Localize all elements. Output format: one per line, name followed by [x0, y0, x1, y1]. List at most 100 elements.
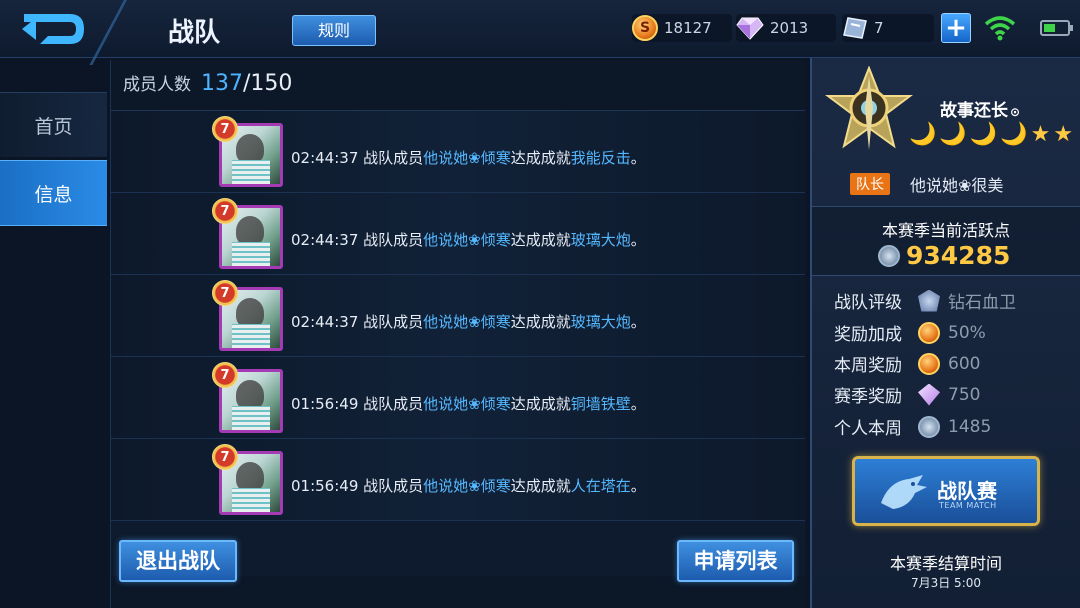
stat-label: 赛季奖励	[834, 387, 902, 407]
wifi-icon	[984, 16, 1016, 41]
main-panel: 成员人数 137 /150 7 02:44:37 战队成员他说她❀倾寒达成成就我…	[110, 60, 806, 608]
quit-team-button[interactable]: 退出战队	[119, 540, 237, 582]
sidebar: 首页 信息	[0, 92, 107, 228]
feed-mid: 达成成就	[510, 477, 571, 495]
battery-icon	[1040, 20, 1073, 36]
feed-achievement: 玻璃大炮	[570, 231, 631, 249]
star-icon: ★	[1030, 122, 1051, 147]
stat-weekly-reward: 本周奖励 600	[834, 351, 980, 376]
member-avatar[interactable]: 7	[212, 362, 283, 433]
feed-row: 7 02:44:37 战队成员他说她❀倾寒达成成就我能反击。	[111, 111, 805, 193]
diamond-icon	[736, 17, 764, 40]
level-badge: 7	[212, 280, 238, 306]
feed-message: 02:44:37 战队成员他说她❀倾寒达成成就我能反击。	[291, 147, 646, 168]
season-settle-label: 本赛季结算时间	[889, 554, 1002, 573]
feed-time: 02:44:37	[291, 313, 359, 331]
moon-icon: 🌙	[909, 122, 937, 147]
sidebar-item-info[interactable]: 信息	[0, 160, 107, 226]
feed-message: 01:56:49 战队成员他说她❀倾寒达成成就铜墙铁壁。	[291, 393, 646, 414]
stat-label: 本周奖励	[834, 356, 902, 376]
leader-tag: 队长	[850, 173, 890, 195]
feed-prefix: 战队成员	[363, 477, 424, 495]
gold-counter: S 18127	[632, 14, 732, 42]
rank-shield-icon	[918, 289, 940, 312]
feed-member-name: 他说她❀倾寒	[423, 231, 511, 249]
activity-feed[interactable]: 7 02:44:37 战队成员他说她❀倾寒达成成就我能反击。 7 02:44:3…	[111, 110, 805, 576]
member-avatar[interactable]: 7	[212, 444, 283, 515]
rules-button[interactable]: 规则	[292, 15, 376, 46]
feed-end: 。	[630, 149, 646, 167]
feed-mid: 达成成就	[510, 149, 571, 167]
feed-time: 01:56:49	[291, 477, 359, 495]
stat-season-reward: 赛季奖励 750	[834, 382, 980, 407]
team-match-sublabel: TEAM MATCH	[939, 501, 997, 510]
stat-label: 战队评级	[834, 293, 902, 313]
sidebar-item-label: 首页	[34, 115, 73, 138]
voucher-icon	[843, 17, 867, 39]
stat-value: 钻石血卫	[948, 293, 1016, 313]
gold-value: 18127	[664, 19, 712, 37]
application-list-button[interactable]: 申请列表	[677, 540, 794, 582]
feed-end: 。	[630, 313, 646, 331]
feed-achievement: 玻璃大炮	[570, 313, 631, 331]
stat-label: 个人本周	[834, 419, 902, 439]
recharge-plus-button[interactable]: +	[941, 13, 971, 43]
gold-coin-icon	[918, 321, 940, 344]
feed-time: 01:56:49	[291, 395, 359, 413]
team-rank-stars: 🌙 🌙 🌙 🌙 ★ ★	[909, 122, 1073, 147]
member-avatar[interactable]: 7	[212, 280, 283, 351]
feed-mid: 达成成就	[510, 313, 571, 331]
level-badge: 7	[212, 198, 238, 224]
activity-value-row: 934285	[878, 241, 1010, 270]
level-badge: 7	[212, 362, 238, 388]
team-name-suffix: ⊙	[1010, 105, 1021, 119]
stat-value: 1485	[948, 416, 992, 437]
header-divider	[89, 0, 167, 65]
stat-value: 750	[948, 384, 981, 405]
feed-achievement: 铜墙铁壁	[570, 395, 631, 413]
feed-achievement: 我能反击	[570, 149, 631, 167]
team-info-panel: 故事还长 ⊙ 🌙 🌙 🌙 🌙 ★ ★ 队长 他说她❀很美 本赛季当前活跃点 934…	[810, 58, 1080, 608]
gold-coin-icon: S	[632, 15, 658, 41]
season-activity: 本赛季当前活跃点 934285	[812, 206, 1080, 276]
feed-message: 01:56:49 战队成员他说她❀倾寒达成成就人在塔在。	[291, 475, 646, 496]
sidebar-item-home[interactable]: 首页	[0, 92, 107, 158]
activity-point-icon	[878, 244, 900, 267]
stat-team-rating: 战队评级 钻石血卫	[834, 288, 1016, 313]
member-count-label: 成员人数	[123, 75, 191, 95]
activity-value: 934285	[906, 241, 1011, 270]
feed-mid: 达成成就	[510, 231, 571, 249]
feed-row: 7 02:44:37 战队成员他说她❀倾寒达成成就玻璃大炮。	[111, 193, 805, 275]
team-match-button[interactable]: 战队赛 TEAM MATCH	[852, 456, 1040, 526]
leader-name[interactable]: 他说她❀很美	[910, 172, 1003, 196]
member-avatar[interactable]: 7	[212, 116, 283, 187]
feed-row: 7 01:56:49 战队成员他说她❀倾寒达成成就铜墙铁壁。	[111, 357, 805, 439]
feed-end: 。	[630, 231, 646, 249]
top-bar: 战队 规则 S 18127 2013 7 +	[0, 0, 1080, 65]
diamond-value: 2013	[770, 19, 809, 37]
feed-member-name: 他说她❀倾寒	[423, 477, 511, 495]
voucher-value: 7	[874, 19, 884, 37]
moon-icon: 🌙	[1000, 122, 1028, 147]
star-icon: ★	[1053, 122, 1074, 147]
feed-achievement: 人在塔在	[570, 477, 631, 495]
activity-point-icon	[918, 415, 940, 438]
feed-prefix: 战队成员	[363, 313, 424, 331]
feed-time: 02:44:37	[291, 231, 359, 249]
feed-member-name: 他说她❀倾寒	[423, 313, 511, 331]
back-button[interactable]	[20, 8, 90, 50]
level-badge: 7	[212, 116, 238, 142]
team-name: 故事还长 ⊙	[940, 96, 1020, 121]
feed-member-name: 他说她❀倾寒	[423, 149, 511, 167]
stat-label: 奖励加成	[834, 325, 902, 345]
stat-value: 600	[948, 353, 981, 374]
member-avatar[interactable]: 7	[212, 198, 283, 269]
feed-prefix: 战队成员	[363, 395, 424, 413]
feed-prefix: 战队成员	[363, 231, 424, 249]
feed-end: 。	[630, 477, 646, 495]
feed-message: 02:44:37 战队成员他说她❀倾寒达成成就玻璃大炮。	[291, 229, 646, 250]
feed-row: 7 01:56:49 战队成员他说她❀倾寒达成成就人在塔在。	[111, 439, 805, 521]
page-title: 战队	[168, 18, 221, 48]
stat-value: 50%	[948, 322, 986, 343]
dragon-icon	[881, 475, 927, 509]
